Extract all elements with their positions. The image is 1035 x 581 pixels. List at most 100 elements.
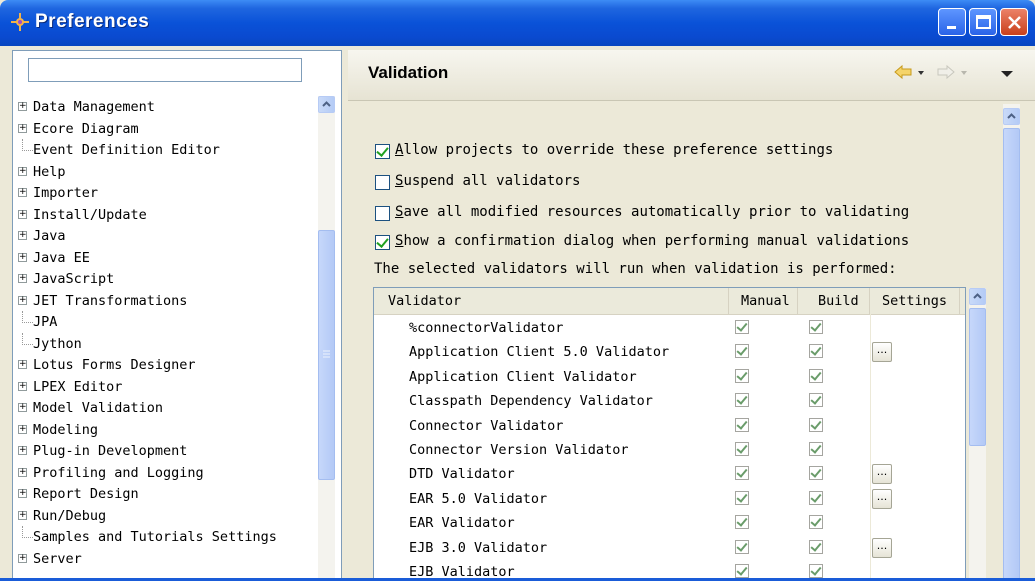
- expand-icon[interactable]: +: [18, 446, 27, 455]
- build-checkbox[interactable]: [809, 539, 823, 554]
- table-row[interactable]: Application Client Validator: [374, 365, 965, 389]
- title-bar[interactable]: Preferences: [0, 0, 1035, 46]
- minimize-button[interactable]: [938, 8, 966, 36]
- manual-checkbox[interactable]: [735, 564, 749, 578]
- expand-icon[interactable]: +: [18, 489, 27, 498]
- table-row[interactable]: %connectorValidator: [374, 316, 965, 340]
- back-button[interactable]: [893, 62, 929, 84]
- manual-checkbox[interactable]: [735, 393, 749, 408]
- tree-item[interactable]: + Run/Debug: [18, 505, 318, 527]
- tree-item[interactable]: + Java EE: [18, 247, 318, 269]
- page-scrollbar[interactable]: [1003, 104, 1020, 581]
- build-checkbox[interactable]: [809, 442, 823, 456]
- tree-item[interactable]: + Profiling and Logging: [18, 462, 318, 484]
- settings-button[interactable]: ...: [872, 342, 892, 363]
- manual-checkbox[interactable]: [735, 515, 749, 530]
- tree-item[interactable]: Event Definition Editor: [18, 139, 318, 161]
- manual-checkbox[interactable]: [735, 490, 749, 505]
- expand-icon[interactable]: +: [18, 166, 27, 176]
- expand-icon[interactable]: +: [18, 467, 27, 477]
- manual-checkbox[interactable]: [735, 466, 749, 481]
- maximize-button[interactable]: [969, 8, 997, 36]
- tree-item[interactable]: + Install/Update: [18, 204, 318, 226]
- table-scroll-thumb[interactable]: [969, 308, 986, 446]
- settings-button[interactable]: ...: [872, 488, 892, 509]
- page-scroll-thumb[interactable]: [1003, 128, 1020, 581]
- filter-input[interactable]: [28, 58, 302, 82]
- option-label[interactable]: Allow projects to override these prefere…: [395, 142, 833, 158]
- column-validator[interactable]: Validator: [374, 288, 729, 314]
- expand-icon[interactable]: +: [18, 231, 27, 240]
- expand-icon[interactable]: +: [18, 102, 27, 111]
- tree-item[interactable]: + Plug-in Development: [18, 440, 318, 462]
- build-checkbox[interactable]: [809, 344, 823, 359]
- column-build[interactable]: Build: [798, 288, 870, 314]
- table-scroll-up-button[interactable]: [969, 288, 986, 305]
- option-label[interactable]: Show a confirmation dialog when performi…: [395, 233, 909, 249]
- tree-item[interactable]: JPA: [18, 311, 318, 333]
- expand-icon[interactable]: +: [18, 424, 27, 434]
- settings-button[interactable]: ...: [872, 537, 892, 558]
- tree-item[interactable]: + Lotus Forms Designer: [18, 354, 318, 376]
- expand-icon[interactable]: +: [18, 403, 27, 412]
- expand-icon[interactable]: +: [18, 553, 27, 563]
- option-checkbox[interactable]: [375, 235, 390, 250]
- option-checkbox[interactable]: [375, 175, 390, 190]
- tree-item[interactable]: Jython: [18, 332, 318, 355]
- tree-item[interactable]: + Model Validation: [18, 397, 318, 419]
- table-row[interactable]: Classpath Dependency Validator: [374, 389, 965, 413]
- build-checkbox[interactable]: [809, 466, 823, 481]
- tree-item[interactable]: + Report Design: [18, 483, 318, 505]
- table-row[interactable]: Connector Version Validator: [374, 438, 965, 462]
- table-row[interactable]: Application Client 5.0 Validator...: [374, 340, 965, 364]
- build-checkbox[interactable]: [809, 417, 823, 432]
- tree-item[interactable]: + LPEX Editor: [18, 376, 318, 398]
- tree-item[interactable]: Samples and Tutorials Settings: [18, 526, 318, 548]
- manual-checkbox[interactable]: [735, 417, 749, 432]
- manual-checkbox[interactable]: [735, 320, 749, 334]
- settings-button[interactable]: ...: [872, 464, 892, 485]
- scroll-thumb[interactable]: [318, 230, 335, 480]
- manual-checkbox[interactable]: [735, 539, 749, 554]
- tree-item[interactable]: + JET Transformations: [18, 290, 318, 312]
- table-row[interactable]: Connector Validator: [374, 414, 965, 438]
- build-checkbox[interactable]: [809, 368, 823, 383]
- tree-item[interactable]: + Ecore Diagram: [18, 118, 318, 140]
- expand-icon[interactable]: +: [18, 274, 27, 283]
- tree-item[interactable]: + Modeling: [18, 419, 318, 441]
- build-checkbox[interactable]: [809, 490, 823, 505]
- tree-item[interactable]: + Help: [18, 161, 318, 183]
- tree-item[interactable]: + Java: [18, 225, 318, 247]
- expand-icon[interactable]: +: [18, 381, 27, 391]
- column-manual[interactable]: Manual: [729, 288, 798, 314]
- expand-icon[interactable]: +: [18, 360, 27, 369]
- build-checkbox[interactable]: [809, 515, 823, 530]
- tree-scrollbar[interactable]: [318, 96, 335, 581]
- page-scroll-up-button[interactable]: [1003, 108, 1020, 125]
- expand-icon[interactable]: +: [18, 295, 27, 305]
- build-checkbox[interactable]: [809, 393, 823, 408]
- close-button[interactable]: [1000, 8, 1028, 36]
- manual-checkbox[interactable]: [735, 368, 749, 383]
- option-label[interactable]: Suspend all validators: [395, 173, 580, 189]
- column-settings[interactable]: Settings: [870, 288, 960, 314]
- table-row[interactable]: EAR Validator: [374, 511, 965, 535]
- option-checkbox[interactable]: [375, 206, 390, 221]
- expand-icon[interactable]: +: [18, 123, 27, 133]
- table-row[interactable]: EAR 5.0 Validator...: [374, 487, 965, 511]
- tree-item[interactable]: + JavaScript: [18, 268, 318, 290]
- scroll-up-button[interactable]: [318, 96, 335, 113]
- option-checkbox[interactable]: [375, 144, 390, 159]
- build-checkbox[interactable]: [809, 564, 823, 578]
- expand-icon[interactable]: +: [18, 209, 27, 219]
- forward-button[interactable]: [934, 62, 970, 84]
- table-row[interactable]: EJB 3.0 Validator...: [374, 536, 965, 560]
- option-label[interactable]: Save all modified resources automaticall…: [395, 204, 909, 220]
- manual-checkbox[interactable]: [735, 442, 749, 456]
- table-row[interactable]: DTD Validator...: [374, 462, 965, 486]
- build-checkbox[interactable]: [809, 320, 823, 334]
- tree-item[interactable]: + Data Management: [18, 96, 318, 118]
- view-menu-button[interactable]: [996, 62, 1018, 84]
- expand-icon[interactable]: +: [18, 188, 27, 197]
- tree-item[interactable]: + Server: [18, 548, 318, 570]
